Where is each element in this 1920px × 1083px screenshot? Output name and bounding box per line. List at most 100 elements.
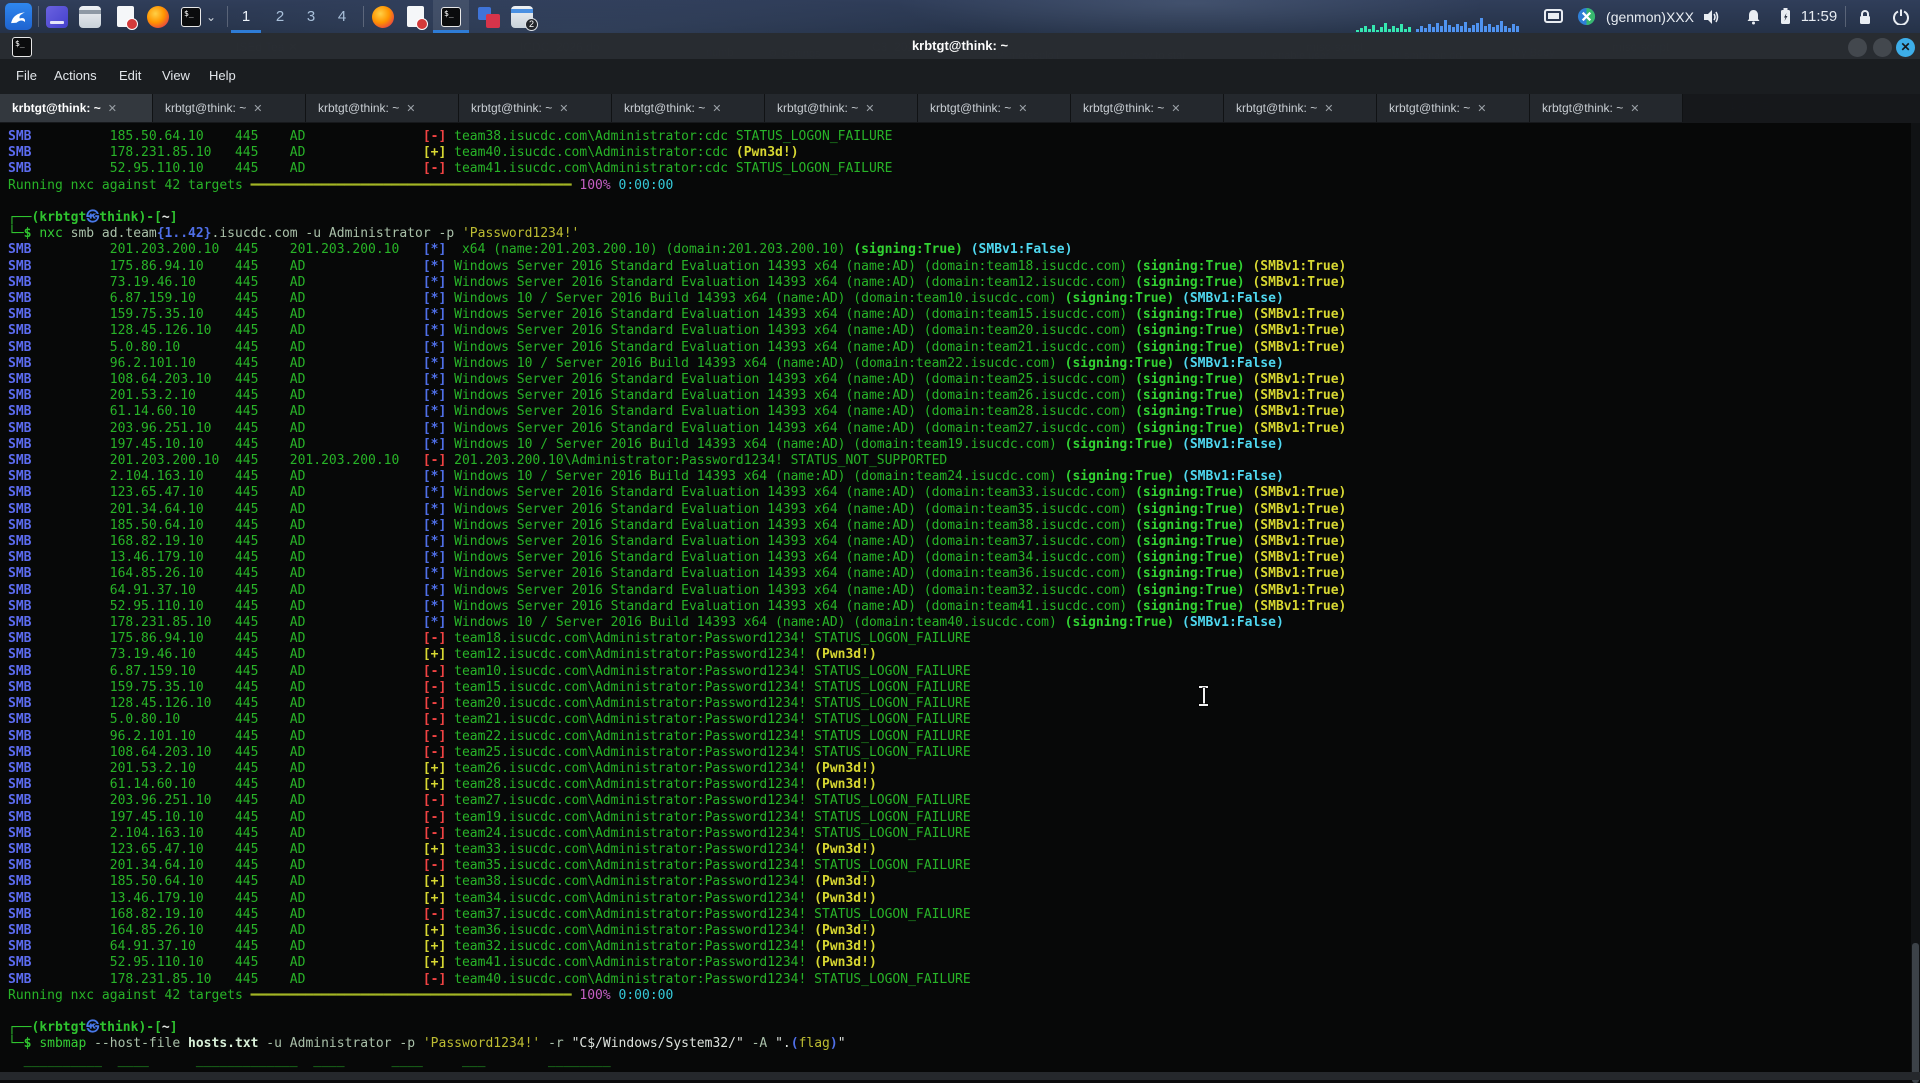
terminal-scrollbar[interactable] (1911, 123, 1920, 1072)
kali-menu-button[interactable] (2, 0, 34, 33)
launcher-file-manager[interactable] (78, 0, 102, 33)
terminal-line: SMB 201.34.64.10 445 AD [*] Windows Serv… (8, 502, 1346, 518)
tab-close-icon[interactable]: ✕ (406, 102, 415, 115)
tab-close-icon[interactable]: ✕ (712, 102, 721, 115)
tab-close-icon[interactable]: ✕ (1324, 102, 1333, 115)
terminal-line: SMB 52.95.110.10 445 AD [-] team41.isucd… (8, 161, 1346, 177)
task-terminal-active[interactable]: $_ (439, 0, 463, 33)
workspace-3[interactable]: 3 (296, 0, 326, 33)
kali-dragon-icon (5, 3, 32, 30)
tab-label: krbtgt@think: ~ (1542, 101, 1623, 115)
task-file-manager[interactable]: 2 (508, 0, 536, 33)
tab-label: krbtgt@think: ~ (12, 101, 101, 115)
notification-bell-icon[interactable] (1742, 0, 1764, 33)
terminal-tab[interactable]: krbtgt@think: ~ ✕ (306, 94, 459, 122)
tab-close-icon[interactable]: ✕ (559, 102, 568, 115)
menu-file[interactable]: File (16, 68, 37, 83)
lock-icon[interactable] (1853, 0, 1877, 33)
genmon-label: (genmon)XXX (1602, 0, 1698, 33)
terminal-line: SMB 64.91.37.10 445 AD [*] Windows Serve… (8, 583, 1346, 599)
terminal-line: SMB 2.104.163.10 445 AD [-] team24.isucd… (8, 826, 1346, 842)
workspace-1[interactable]: 1 (231, 0, 261, 33)
task-firefox[interactable] (371, 0, 395, 33)
terminal-tab[interactable]: krbtgt@think: ~ ✕ (1224, 94, 1377, 122)
menu-bar: File Actions Edit View Help (0, 59, 1920, 94)
terminal-tab[interactable]: krbtgt@think: ~ ✕ (1071, 94, 1224, 122)
active-workspace-indicator (231, 30, 261, 33)
tab-close-icon[interactable]: ✕ (865, 102, 874, 115)
terminal-tab-bar: krbtgt@think: ~ ✕ krbtgt@think: ~ ✕ krbtgt@t… (0, 94, 1920, 123)
terminal-line: SMB 185.50.64.10 445 AD [-] team38.isucd… (8, 129, 1346, 145)
terminal-line: ┌──(krbtgt㉿think)-[~] (8, 210, 1346, 226)
terminal-line: SMB 96.2.101.10 445 AD [-] team22.isucdc… (8, 729, 1346, 745)
terminal-line: └─$ nxc smb ad.team{1..42}.isucdc.com -u… (8, 226, 1346, 242)
terminal-line: SMB 203.96.251.10 445 AD [-] team27.isuc… (8, 793, 1346, 809)
task-document[interactable] (403, 0, 427, 33)
tab-label: krbtgt@think: ~ (318, 101, 399, 115)
tray-network-app-icon[interactable] (1575, 0, 1597, 33)
terminal-line: SMB 6.87.159.10 445 AD [*] Windows 10 / … (8, 291, 1346, 307)
tab-close-icon[interactable]: ✕ (1630, 102, 1639, 115)
menu-view[interactable]: View (162, 68, 190, 83)
terminal-tab[interactable]: krbtgt@think: ~ ✕ (0, 94, 153, 122)
terminal-line: SMB 73.19.46.10 445 AD [+] team12.isucdc… (8, 647, 1346, 663)
close-button[interactable]: ✕ (1896, 38, 1915, 57)
firefox-icon (147, 6, 169, 28)
tab-close-icon[interactable]: ✕ (1477, 102, 1486, 115)
terminal-tab[interactable]: krbtgt@think: ~ ✕ (1530, 94, 1683, 122)
terminal-line: SMB 5.0.80.10 445 AD [-] team21.isucdc.c… (8, 712, 1346, 728)
menu-help[interactable]: Help (209, 68, 236, 83)
window-title: krbtgt@think: ~ (0, 38, 1920, 53)
tab-close-icon[interactable]: ✕ (108, 102, 117, 115)
firefox-icon (372, 6, 394, 28)
window-titlebar[interactable]: $_ krbtgt@think: ~ (0, 33, 1920, 59)
terminal-line: SMB 201.53.2.10 445 AD [*] Windows Serve… (8, 388, 1346, 404)
workspace-2[interactable]: 2 (265, 0, 295, 33)
terminal-tab[interactable]: krbtgt@think: ~✕ (918, 94, 1071, 122)
terminal-line: SMB 52.95.110.10 445 AD [*] Windows Serv… (8, 599, 1346, 615)
terminal-viewport[interactable]: SMB 185.50.64.10 445 AD [-] team38.isucd… (0, 123, 1920, 1072)
scrollbar-handle[interactable] (1912, 943, 1919, 1083)
app-window-icon (46, 6, 68, 28)
tab-close-icon[interactable]: ✕ (1018, 102, 1027, 115)
terminal-line: └─$ smbmap --host-file hosts.txt -u Admi… (8, 1036, 1346, 1052)
terminal-line: SMB 73.19.46.10 445 AD [*] Windows Serve… (8, 275, 1346, 291)
terminal-line: SMB 123.65.47.10 445 AD [*] Windows Serv… (8, 485, 1346, 501)
tab-label: krbtgt@think: ~ (1083, 101, 1164, 115)
maximize-button[interactable] (1873, 38, 1892, 57)
terminal-line: SMB 61.14.60.10 445 AD [*] Windows Serve… (8, 404, 1346, 420)
task-remote-desktop[interactable] (476, 0, 502, 33)
workspace-4[interactable]: 4 (327, 0, 357, 33)
system-graph-blue (1416, 18, 1519, 32)
tab-close-icon[interactable]: ✕ (253, 102, 262, 115)
terminal-line: SMB 164.85.26.10 445 AD [+] team36.isucd… (8, 923, 1346, 939)
chevron-down-icon[interactable]: ⌄ (203, 0, 219, 33)
battery-icon[interactable] (1776, 0, 1794, 33)
terminal-line: SMB 2.104.163.10 445 AD [*] Windows 10 /… (8, 469, 1346, 485)
launcher-firefox[interactable] (146, 0, 170, 33)
tab-label: krbtgt@think: ~ (1236, 101, 1317, 115)
tab-close-icon[interactable]: ✕ (1171, 102, 1180, 115)
logout-power-icon[interactable] (1889, 0, 1913, 33)
terminal-line: Running nxc against 42 targets ━━━━━━━━━… (8, 178, 1346, 194)
launcher-app-window[interactable] (45, 0, 69, 33)
tray-display-icon[interactable] (1541, 0, 1565, 33)
terminal-tab[interactable]: krbtgt@think: ~✕ (765, 94, 918, 122)
volume-icon[interactable] (1700, 0, 1724, 33)
terminal-line: SMB 178.231.85.10 445 AD [+] team40.isuc… (8, 145, 1346, 161)
menu-edit[interactable]: Edit (119, 68, 141, 83)
terminal-tab[interactable]: krbtgt@think: ~✕ (1377, 94, 1530, 122)
system-graph-green (1356, 23, 1411, 32)
launcher-document[interactable] (113, 0, 137, 33)
terminal-tab[interactable]: krbtgt@think: ~✕ (153, 94, 306, 122)
launcher-terminal[interactable]: $_ (179, 0, 203, 33)
terminal-line: SMB 201.53.2.10 445 AD [+] team26.isucdc… (8, 761, 1346, 777)
terminal-line: SMB 175.86.94.10 445 AD [*] Windows Serv… (8, 259, 1346, 275)
clock[interactable]: 11:59 (1798, 0, 1840, 33)
terminal-tab[interactable]: krbtgt@think: ~✕ (459, 94, 612, 122)
minimize-button[interactable] (1848, 38, 1867, 57)
terminal-line: ┌──(krbtgt㉿think)-[~] (8, 1020, 1346, 1036)
menu-actions[interactable]: Actions (54, 68, 97, 83)
terminal-tab[interactable]: krbtgt@think: ~✕ (612, 94, 765, 122)
terminal-line: SMB 159.75.35.10 445 AD [*] Windows Serv… (8, 307, 1346, 323)
